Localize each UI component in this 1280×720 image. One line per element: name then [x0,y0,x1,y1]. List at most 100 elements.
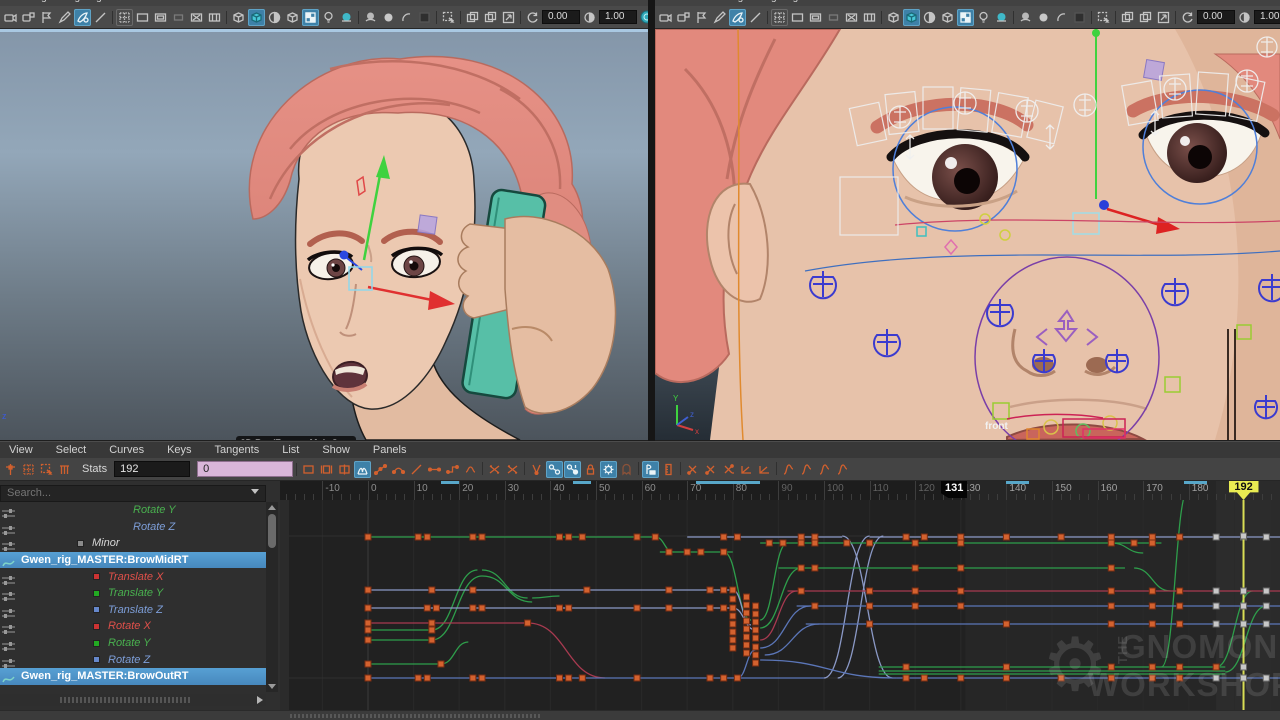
free-weight-icon[interactable] [528,461,545,478]
menu-panels[interactable]: Panels [925,0,956,3]
channel-attr-row[interactable]: Rotate X [0,618,266,635]
channel-attr-row[interactable]: Translate Z [0,602,266,619]
channel-hscrollbar[interactable] [0,694,266,706]
channel-attr-row[interactable]: Translate Y [0,585,266,602]
menu-select[interactable]: Select [56,444,87,456]
shadow-sphere-icon[interactable] [338,9,355,26]
gate-mask-icon[interactable] [825,9,842,26]
menu-renderer[interactable]: Renderer [167,0,209,3]
textured-sphere-icon[interactable] [921,9,938,26]
safe-action-icon[interactable] [843,9,860,26]
move-key-tool-icon[interactable] [2,461,19,478]
absolute-view-icon[interactable] [354,461,371,478]
hscroll-thumb[interactable] [60,697,190,703]
menu-lighting[interactable]: Lighting [67,0,102,3]
pencil-icon[interactable] [711,9,728,26]
channel-attr-row[interactable]: Minor [0,535,266,552]
camera-lock-icon[interactable] [20,9,37,26]
filter-icon[interactable] [2,505,15,515]
channel-vscrollbar[interactable] [266,502,278,692]
menu-curves[interactable]: Curves [109,444,144,456]
filter-icon[interactable] [2,605,15,615]
film-gate-icon[interactable] [789,9,806,26]
post-infinity-icon[interactable] [756,461,773,478]
xray-icon[interactable] [1035,9,1052,26]
graph-hscroll-thumb[interactable] [290,714,540,718]
break-tangent-icon[interactable] [486,461,503,478]
channel-attr-row[interactable]: Rotate Y [0,502,266,519]
ghost-curve-icon[interactable] [618,461,635,478]
xray-icon[interactable] [380,9,397,26]
menu-view[interactable]: View [9,444,33,456]
exposure-field[interactable]: 0.00 [542,10,580,24]
select-cursor-icon[interactable] [1095,9,1112,26]
filter-icon[interactable] [2,621,15,631]
step-tangent-icon[interactable] [444,461,461,478]
paint-select-icon[interactable] [74,9,91,26]
plateau-tangent-icon[interactable] [462,461,479,478]
viewport-front[interactable]: ViewShadingLightingShowRendererPanels 0.… [655,0,1280,441]
break-x2-icon[interactable] [702,461,719,478]
break-x1-icon[interactable] [684,461,701,478]
buffer-b-icon[interactable] [798,461,815,478]
joint-xray-icon[interactable] [1053,9,1070,26]
flat-tangent-icon[interactable] [426,461,443,478]
center-time-icon[interactable] [336,461,353,478]
stacked-view-icon[interactable] [372,461,389,478]
layer-overlap-icon[interactable] [464,9,481,26]
stats-value-input[interactable] [197,461,293,477]
gate-mask-icon[interactable] [170,9,187,26]
isolate-select-icon[interactable] [362,9,379,26]
timeline-ruler[interactable]: -100102030405060708090100110120130140150… [280,481,1280,500]
menu-lighting[interactable]: Lighting [763,0,798,3]
film-gate-icon[interactable] [134,9,151,26]
linear-tangent-icon[interactable] [408,461,425,478]
search-input[interactable] [0,485,266,502]
region-key-tool-icon[interactable] [38,461,55,478]
exposure-box-icon[interactable] [416,9,433,26]
gamma-field[interactable]: 1.00 [1254,10,1280,24]
channel-node-row[interactable]: Gwen_rig_MASTER:BrowMidRT [0,552,266,569]
snap-keys-icon[interactable] [600,461,617,478]
frame-range-icon[interactable] [318,461,335,478]
menu-list[interactable]: List [282,444,299,456]
checker-icon[interactable] [302,9,319,26]
contrast-icon[interactable] [581,9,598,26]
vscroll-thumb[interactable] [268,514,276,548]
menu-panels[interactable]: Panels [228,0,259,3]
camera-lock-icon[interactable] [675,9,692,26]
isolate-select-icon[interactable] [1017,9,1034,26]
filter-icon[interactable] [2,638,15,648]
channel-attr-row[interactable]: Translate X [0,568,266,585]
select-cursor-icon[interactable] [440,9,457,26]
filter-icon[interactable] [2,588,15,598]
menu-show[interactable]: Show [818,0,843,3]
buffer-d-icon[interactable] [834,461,851,478]
gamma-field[interactable]: 1.00 [599,10,637,24]
pane-expand-icon[interactable] [500,9,517,26]
spline-tangent-icon[interactable] [390,461,407,478]
wireframe-on-shaded-icon[interactable] [284,9,301,26]
pencil-icon[interactable] [56,9,73,26]
viewport-persp[interactable]: ShadingLightingShowRendererPanels 0.001.… [0,0,648,441]
anim-curve-icon[interactable] [2,671,15,681]
menu-keys[interactable]: Keys [167,444,191,456]
value-snap-icon[interactable] [660,461,677,478]
filter-icon[interactable] [2,655,15,665]
weighted-tangent-icon[interactable] [564,461,581,478]
contrast-icon[interactable] [1236,9,1253,26]
grid-icon[interactable] [116,9,133,26]
resolution-gate-icon[interactable] [152,9,169,26]
break-x3-icon[interactable] [720,461,737,478]
joint-xray-icon[interactable] [398,9,415,26]
channel-node-row[interactable]: Gwen_rig_MASTER:BrowOutRT [0,668,266,685]
menu-tangents[interactable]: Tangents [215,444,260,456]
exposure-field[interactable]: 0.00 [1197,10,1235,24]
checker-icon[interactable] [957,9,974,26]
viewport-divider[interactable] [648,0,655,441]
camera-pan-icon[interactable] [2,9,19,26]
unify-tangent-icon[interactable] [504,461,521,478]
graph-hscrollbar[interactable] [0,710,1280,720]
auto-tangent-icon[interactable] [546,461,563,478]
wireframe-cube-icon[interactable] [885,9,902,26]
